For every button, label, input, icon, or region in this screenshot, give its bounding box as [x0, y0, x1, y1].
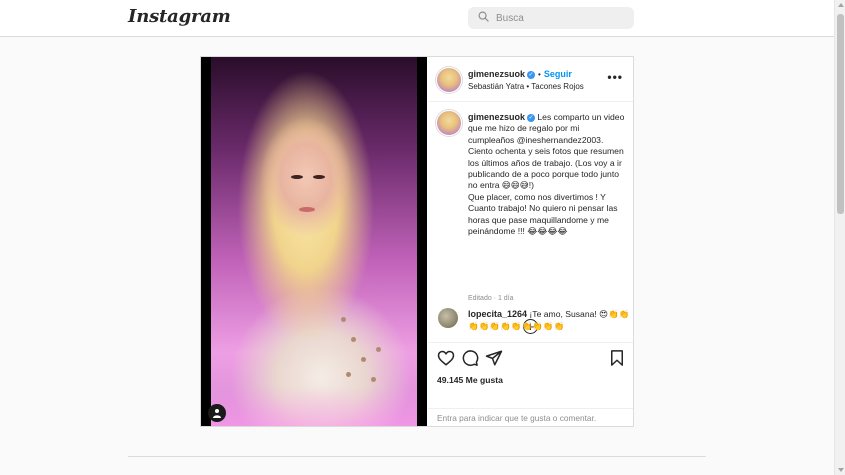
search-input[interactable]: [496, 12, 626, 24]
photo-detail: [376, 347, 381, 352]
bookmark-icon[interactable]: [608, 349, 626, 367]
separator-dot: •: [538, 70, 541, 79]
scrollbar-thumb[interactable]: [837, 14, 844, 214]
add-comment-text: para indicar que te gusta o comentar.: [456, 413, 597, 423]
verified-badge-icon: ✓: [527, 70, 536, 79]
author-username[interactable]: gimenezsuok: [468, 69, 525, 79]
scroll-up-arrow-icon[interactable]: [838, 3, 844, 7]
author-line: gimenezsuok ✓ • Seguir: [468, 69, 572, 79]
photo-detail: [361, 357, 366, 362]
top-navigation-bar: Instagram: [0, 0, 834, 37]
user-tag-icon[interactable]: [208, 404, 226, 422]
scroll-down-arrow-icon[interactable]: [838, 468, 844, 472]
post-card: gimenezsuok ✓ • Seguir Sebastián Yatra • Ta…: [200, 56, 634, 427]
post-header: gimenezsuok ✓ • Seguir Sebastián Yatra • Ta…: [428, 57, 633, 102]
verified-badge-icon: ✓: [527, 113, 536, 122]
follow-button[interactable]: Seguir: [544, 69, 572, 79]
comment-text-block: lopecita_1264 ¡Te amo, Susana! 😍👏👏👏👏👏👏👏👏…: [468, 308, 630, 332]
login-link[interactable]: Entra: [437, 413, 457, 423]
caption-author-avatar[interactable]: [436, 110, 462, 136]
feed-divider: [128, 456, 706, 457]
instagram-logo[interactable]: Instagram: [128, 6, 231, 27]
add-comment-prompt: Entra para indicar que te gusta o coment…: [428, 408, 633, 427]
caption-text-block: gimenezsuok ✓ Les comparto un video que m…: [468, 112, 626, 237]
photo-detail: [291, 175, 303, 179]
search-box[interactable]: [468, 7, 634, 29]
post-timestamp: Editado · 1 día: [468, 295, 514, 302]
photo-detail: [313, 175, 325, 179]
photo-reflection: [211, 387, 417, 426]
search-icon: [478, 9, 489, 27]
caption-body: Les comparto un video que me hizo de reg…: [468, 112, 625, 237]
comment-icon[interactable]: [461, 349, 479, 367]
photo-detail: [346, 372, 351, 377]
photo-detail: [341, 317, 346, 322]
send-icon[interactable]: [485, 349, 503, 367]
photo-detail: [371, 377, 376, 382]
post-photo[interactable]: [211, 57, 417, 426]
caption-author-username[interactable]: gimenezsuok: [468, 112, 525, 122]
photo-detail: [299, 207, 315, 212]
page-scrollbar[interactable]: [834, 0, 845, 475]
heart-icon[interactable]: [437, 349, 455, 367]
more-options-icon[interactable]: •••: [607, 70, 623, 84]
post-media[interactable]: [201, 57, 427, 426]
author-avatar[interactable]: [436, 67, 462, 93]
audio-track-link[interactable]: Sebastián Yatra • Tacones Rojos: [468, 82, 584, 91]
commenter-avatar[interactable]: [438, 308, 458, 328]
post-actions: 49.145 Me gusta Entra para indicar que t…: [428, 342, 633, 426]
commenter-username[interactable]: lopecita_1264: [468, 309, 527, 319]
likes-count[interactable]: 49.145 Me gusta: [437, 375, 503, 385]
post-side-panel: gimenezsuok ✓ • Seguir Sebastián Yatra • Ta…: [428, 57, 633, 426]
comment-item: lopecita_1264 ¡Te amo, Susana! 😍👏👏👏👏👏👏👏👏…: [428, 305, 633, 335]
photo-detail: [351, 337, 356, 342]
